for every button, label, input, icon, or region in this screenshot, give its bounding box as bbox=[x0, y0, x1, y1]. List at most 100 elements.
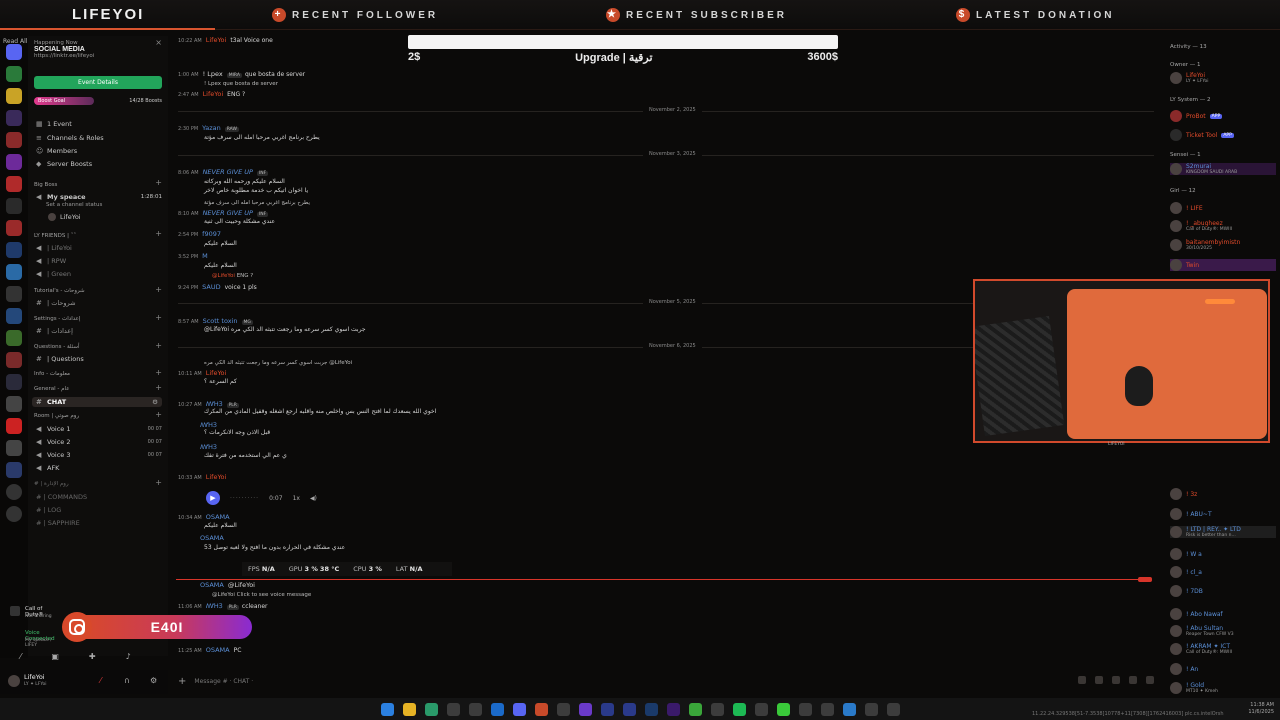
channel-questions[interactable]: # | Questions bbox=[36, 355, 84, 363]
server-icon[interactable] bbox=[6, 132, 22, 148]
voice-user[interactable]: LifeYoi bbox=[48, 213, 81, 221]
author[interactable]: LifeYoi bbox=[206, 473, 227, 481]
home-server-icon[interactable] bbox=[6, 44, 22, 60]
server-icon[interactable] bbox=[6, 264, 22, 280]
member-row[interactable]: ! 7DB bbox=[1170, 585, 1203, 597]
server-icon[interactable] bbox=[6, 220, 22, 236]
author[interactable]: LifeYoi bbox=[206, 369, 227, 377]
app-icon[interactable] bbox=[864, 702, 878, 716]
discover-icon[interactable] bbox=[6, 506, 22, 522]
message[interactable]: ꟿꞪꞫ bbox=[200, 420, 221, 429]
member-row[interactable]: ! _abugheez Call of Duty®: MWIII bbox=[1170, 220, 1232, 232]
category-big-boss[interactable]: Big Boss bbox=[34, 182, 57, 188]
play-icon[interactable]: ▶ bbox=[206, 491, 220, 505]
member-row[interactable]: ! cl_a bbox=[1170, 566, 1202, 578]
member-row[interactable]: ! Abo Nawaf bbox=[1170, 608, 1223, 620]
waveform[interactable]: ·········· bbox=[230, 495, 259, 502]
soundboard-icon[interactable]: ♪ bbox=[126, 652, 131, 661]
message[interactable]: 10:11 AM LifeYoi bbox=[178, 369, 230, 377]
member-row[interactable]: LifeYoi LY ✦ LFYoi bbox=[1170, 72, 1209, 84]
sidebar-item-members[interactable]: ☺ Members bbox=[36, 147, 77, 155]
author[interactable]: NEVER GIVE UP bbox=[203, 209, 253, 217]
author[interactable]: ꟿꞪꞫ bbox=[200, 443, 217, 451]
member-row[interactable]: ! ABU~T bbox=[1170, 508, 1212, 520]
member-row[interactable]: ! An bbox=[1170, 663, 1198, 675]
app-icon[interactable] bbox=[776, 702, 790, 716]
spotify-icon[interactable] bbox=[732, 702, 746, 716]
reply-preview[interactable]: ! Lpex que bosta de server bbox=[204, 81, 278, 87]
noise-icon[interactable]: ⁄ bbox=[20, 652, 21, 661]
member-row[interactable]: baitanembyimistn 30/10/2025 bbox=[1170, 239, 1240, 251]
message[interactable]: ꟿꞪꞫ bbox=[200, 442, 221, 451]
add-channel-icon[interactable]: + bbox=[155, 313, 162, 322]
app-icon[interactable] bbox=[600, 702, 614, 716]
add-channel-icon[interactable]: + bbox=[155, 383, 162, 392]
server-icon[interactable] bbox=[6, 418, 22, 434]
message[interactable]: 3:52 PM M bbox=[178, 252, 212, 260]
gift-icon[interactable] bbox=[1078, 676, 1086, 684]
app-icon[interactable] bbox=[710, 702, 724, 716]
member-row[interactable]: ! LIFE bbox=[1170, 202, 1203, 214]
reply-preview[interactable]: @LifeYoi Click to see voice message bbox=[212, 592, 311, 598]
premiere-icon[interactable] bbox=[666, 702, 680, 716]
member-row[interactable]: Ticket Tool APP bbox=[1170, 129, 1237, 141]
member-row[interactable]: ProBot APP bbox=[1170, 110, 1225, 122]
app-icon[interactable] bbox=[446, 702, 460, 716]
voice-channel-my-space[interactable]: ◀ My speace bbox=[36, 193, 86, 201]
channel-commands[interactable]: # | COMMANDS bbox=[36, 493, 87, 501]
author[interactable]: Scott toxin bbox=[203, 317, 238, 325]
member-row[interactable]: ! 3z bbox=[1170, 488, 1197, 500]
camera-icon[interactable]: ▣ bbox=[51, 652, 59, 661]
author[interactable]: ꟿꞪꞫ bbox=[200, 421, 217, 429]
server-icon[interactable] bbox=[6, 198, 22, 214]
category-tutorials[interactable]: Tutorial's - شروحات bbox=[34, 288, 85, 294]
add-channel-icon[interactable]: + bbox=[155, 178, 162, 187]
sidebar-item-channels-roles[interactable]: ≡ Channels & Roles bbox=[36, 134, 104, 142]
add-channel-icon[interactable]: + bbox=[155, 341, 162, 350]
server-icon[interactable] bbox=[6, 440, 22, 456]
server-icon[interactable] bbox=[6, 154, 22, 170]
category-room[interactable]: Room | روم صوتي bbox=[34, 413, 79, 419]
server-link[interactable]: https://linktr.ee/lifeyoi bbox=[34, 53, 94, 59]
author[interactable]: ꟿꞪꞫ bbox=[206, 602, 223, 610]
server-icon[interactable] bbox=[6, 352, 22, 368]
message[interactable]: 11:25 AM OSAMA PC bbox=[178, 646, 241, 654]
message[interactable]: 8:10 AM NEVER GIVE UP INF bbox=[178, 209, 271, 217]
app-icon[interactable] bbox=[468, 702, 482, 716]
app-icon[interactable] bbox=[556, 702, 570, 716]
category-general[interactable]: General - عام bbox=[34, 386, 70, 392]
gear-icon[interactable]: ⚙ bbox=[150, 676, 157, 685]
message-input[interactable]: Message # · CHAT · bbox=[194, 678, 253, 685]
add-channel-icon[interactable]: + bbox=[155, 285, 162, 294]
app-icon[interactable] bbox=[842, 702, 856, 716]
server-icon[interactable] bbox=[6, 374, 22, 390]
message[interactable]: OSAMA bbox=[200, 534, 228, 542]
member-row[interactable]: ! Gold MT10 ✦ Kmeh bbox=[1170, 682, 1218, 694]
steam-icon[interactable] bbox=[490, 702, 504, 716]
server-icon[interactable] bbox=[6, 66, 22, 82]
author[interactable]: OSAMA bbox=[200, 581, 224, 589]
server-icon[interactable] bbox=[6, 242, 22, 258]
member-row[interactable]: ! LTD | REY.. ✦ LTD Risk is better than n… bbox=[1170, 526, 1276, 538]
server-icon[interactable] bbox=[6, 88, 22, 104]
discord-icon[interactable] bbox=[512, 702, 526, 716]
author[interactable]: LifeYoi bbox=[206, 36, 227, 44]
server-name[interactable]: SOCIAL MEDIA bbox=[34, 46, 94, 53]
message[interactable]: 8:06 AM NEVER GIVE UP INF bbox=[178, 168, 271, 176]
channel-chat[interactable]: # CHAT ⚙ bbox=[32, 397, 162, 407]
server-icon[interactable] bbox=[6, 330, 22, 346]
sticker-icon[interactable] bbox=[1112, 676, 1120, 684]
add-attachment-icon[interactable]: + bbox=[178, 676, 186, 687]
author[interactable]: f9097 bbox=[202, 230, 221, 238]
boost-goal[interactable]: Boost Goal 14/28 Boosts bbox=[34, 97, 162, 105]
app-icon[interactable] bbox=[622, 702, 636, 716]
volume-icon[interactable]: ◀) bbox=[310, 495, 317, 502]
mute-icon[interactable]: ⁄ bbox=[100, 676, 101, 685]
voice-channel[interactable]: ◀ Voice 1 bbox=[36, 425, 71, 433]
channel-settings[interactable]: # | إعدادات bbox=[36, 327, 73, 335]
photoshop-icon[interactable] bbox=[644, 702, 658, 716]
sidebar-item-events[interactable]: ▦ 1 Event bbox=[36, 120, 72, 128]
message[interactable]: 8:57 AM Scott toxin MG bbox=[178, 317, 256, 325]
message[interactable]: 11:06 AM ꟿꞪꞫ PLR ccleaner bbox=[178, 601, 268, 610]
event-details-button[interactable]: Event Details bbox=[34, 76, 162, 89]
